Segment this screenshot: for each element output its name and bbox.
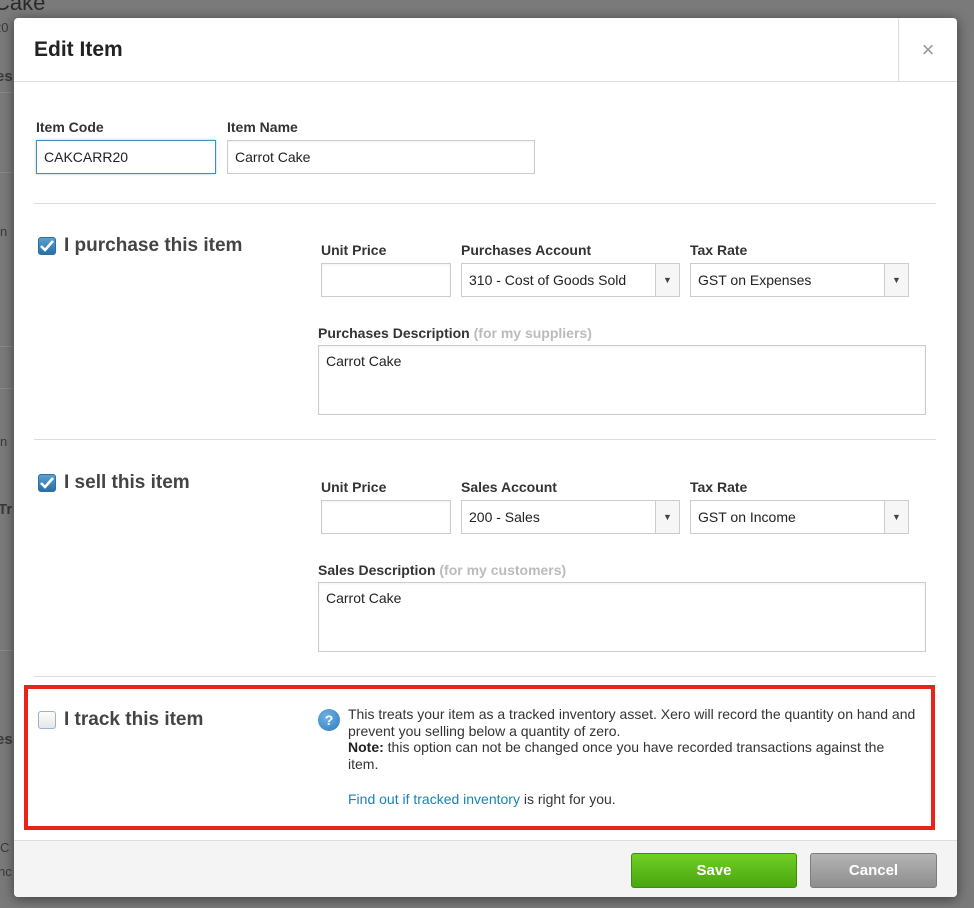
sales-account-value: 200 - Sales: [469, 509, 540, 525]
background-divider: [0, 172, 14, 173]
purchase-tax-rate-label: Tax Rate: [690, 242, 748, 258]
item-name-input[interactable]: [227, 140, 535, 174]
background-divider: [0, 650, 14, 651]
purchase-checkbox[interactable]: [38, 237, 56, 255]
background-divider: [0, 346, 14, 347]
sales-account-label: Sales Account: [461, 479, 557, 495]
sales-description-label: Sales Description (for my customers): [318, 562, 566, 578]
close-icon: ×: [921, 37, 935, 62]
purchases-description-textarea[interactable]: Carrot Cake: [318, 345, 926, 415]
cancel-button[interactable]: Cancel: [810, 853, 937, 888]
sell-tax-rate-select[interactable]: GST on Income ▼: [690, 500, 909, 534]
background-divider: [0, 92, 14, 93]
background-fragment: es: [0, 731, 13, 748]
tracked-inventory-link[interactable]: Find out if tracked inventory: [348, 791, 520, 807]
dialog-footer: Save Cancel: [14, 840, 957, 897]
purchases-account-label: Purchases Account: [461, 242, 592, 258]
background-fragment: n: [0, 434, 8, 449]
dropdown-arrow-icon[interactable]: ▼: [655, 501, 679, 533]
dropdown-arrow-icon[interactable]: ▼: [884, 264, 908, 296]
section-divider: [34, 676, 936, 677]
checkmark-icon: [40, 477, 54, 489]
section-divider: [34, 203, 936, 204]
sell-section-title: I sell this item: [64, 472, 190, 493]
background-fragment: n: [0, 224, 8, 239]
edit-item-dialog: Edit Item × Item Code Item Name I purcha…: [14, 18, 957, 897]
close-button[interactable]: ×: [898, 18, 957, 82]
background-page-title: Cake: [0, 0, 46, 15]
sales-description-label-text: Sales Description: [318, 562, 436, 578]
background-fragment: nc: [0, 864, 12, 879]
purchase-tax-rate-value: GST on Expenses: [698, 272, 812, 288]
track-checkbox-toggle[interactable]: I track this item: [38, 709, 203, 731]
item-code-input[interactable]: [36, 140, 216, 174]
sales-account-select[interactable]: 200 - Sales ▼: [461, 500, 680, 534]
dialog-title: Edit Item: [34, 38, 123, 61]
track-note-text: this option can not be changed once you …: [348, 739, 885, 772]
track-info-text: This treats your item as a tracked inven…: [348, 706, 918, 772]
track-note-label: Note:: [348, 739, 384, 755]
background-fragment: Tr: [0, 501, 13, 518]
purchase-tax-rate-select[interactable]: GST on Expenses ▼: [690, 263, 909, 297]
help-icon: ?: [318, 709, 340, 731]
dropdown-arrow-icon[interactable]: ▼: [655, 264, 679, 296]
checkmark-icon: [40, 240, 54, 252]
purchase-checkbox-toggle[interactable]: I purchase this item: [38, 235, 242, 257]
purchase-unit-price-input[interactable]: [321, 263, 451, 297]
track-info-link-line: Find out if tracked inventory is right f…: [348, 791, 616, 807]
item-name-label: Item Name: [227, 119, 298, 135]
dialog-header: Edit Item ×: [14, 18, 957, 82]
track-section-title: I track this item: [64, 709, 204, 730]
sell-tax-rate-value: GST on Income: [698, 509, 796, 525]
purchases-account-select[interactable]: 310 - Cost of Goods Sold ▼: [461, 263, 680, 297]
sell-checkbox[interactable]: [38, 474, 56, 492]
section-divider: [34, 439, 936, 440]
purchases-description-hint: (for my suppliers): [473, 325, 592, 341]
purchases-description-label-text: Purchases Description: [318, 325, 470, 341]
background-fragment: C: [0, 840, 10, 855]
dropdown-arrow-icon[interactable]: ▼: [884, 501, 908, 533]
purchases-description-label: Purchases Description (for my suppliers): [318, 325, 592, 341]
sell-tax-rate-label: Tax Rate: [690, 479, 748, 495]
sell-unit-price-input[interactable]: [321, 500, 451, 534]
sales-description-textarea[interactable]: Carrot Cake: [318, 582, 926, 652]
background-fragment: 20: [0, 20, 9, 35]
purchases-account-value: 310 - Cost of Goods Sold: [469, 272, 627, 288]
item-code-label: Item Code: [36, 119, 104, 135]
sales-description-hint: (for my customers): [439, 562, 567, 578]
save-button[interactable]: Save: [631, 853, 797, 888]
background-divider: [0, 388, 14, 389]
sell-unit-price-label: Unit Price: [321, 479, 387, 495]
sell-checkbox-toggle[interactable]: I sell this item: [38, 472, 190, 494]
purchase-section-title: I purchase this item: [64, 235, 243, 256]
track-checkbox[interactable]: [38, 711, 56, 729]
purchase-unit-price-label: Unit Price: [321, 242, 387, 258]
track-info-description: This treats your item as a tracked inven…: [348, 706, 916, 739]
track-link-suffix: is right for you.: [523, 791, 616, 807]
background-fragment: es: [0, 68, 13, 85]
